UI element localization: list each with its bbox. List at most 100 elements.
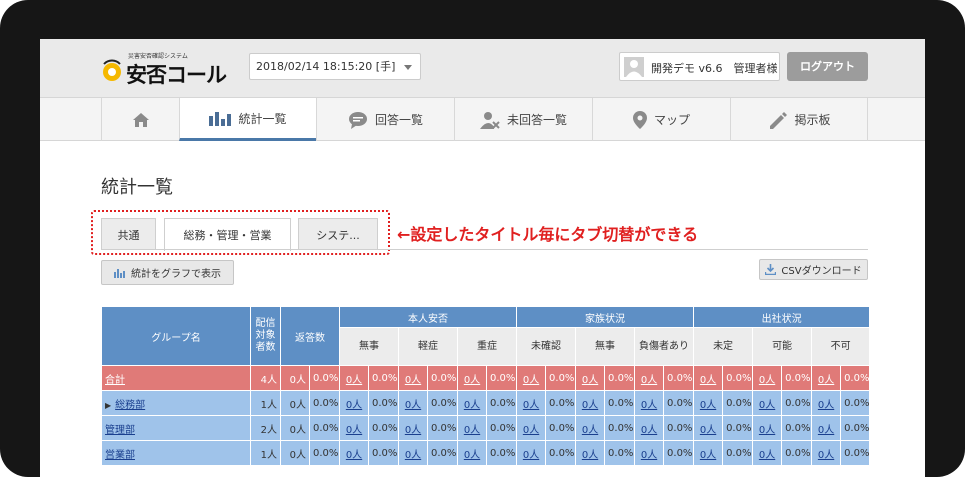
nav-map[interactable]: マップ	[592, 98, 730, 141]
count-link[interactable]: 0人	[759, 375, 775, 386]
tab-system[interactable]: システ...	[298, 218, 378, 250]
csv-download-button[interactable]: CSVダウンロード	[759, 259, 868, 280]
count-link[interactable]: 0人	[759, 400, 775, 411]
percent-cell: 0.0%	[663, 390, 695, 416]
count-cell: 0人	[457, 415, 487, 441]
col-group-name[interactable]: グループ名	[101, 306, 251, 366]
map-pin-icon	[632, 110, 647, 129]
count-link[interactable]: 0人	[700, 400, 716, 411]
count-link[interactable]: 0人	[464, 450, 480, 461]
count-link[interactable]: 0人	[523, 450, 539, 461]
nav-statistics[interactable]: 統計一覧	[179, 98, 316, 141]
count-link[interactable]: 0人	[405, 425, 421, 436]
count-link[interactable]: 0人	[700, 425, 716, 436]
app-logo[interactable]: 災害安否確認システム 安否コール	[100, 48, 230, 90]
count-link[interactable]: 0人	[759, 425, 775, 436]
group-name-link[interactable]: 営業部	[105, 450, 135, 461]
col-commute-undecided[interactable]: 未定	[693, 327, 754, 366]
chat-icon	[348, 111, 367, 129]
col-family-safe[interactable]: 無事	[575, 327, 636, 366]
nav-unanswered[interactable]: 未回答一覧	[454, 98, 592, 141]
count-cell: 0人	[693, 415, 724, 441]
group-name-link[interactable]: 総務部	[115, 400, 145, 411]
percent-cell: 0.0%	[545, 440, 577, 466]
count-cell: 0人	[339, 440, 369, 466]
count-link[interactable]: 0人	[405, 400, 421, 411]
chevron-down-icon	[404, 65, 412, 70]
percent-cell: 0.0%	[663, 365, 695, 391]
show-graph-label: 統計をグラフで表示	[131, 269, 221, 280]
count-cell: 0人	[634, 365, 665, 391]
count-link[interactable]: 0人	[346, 450, 362, 461]
count-link[interactable]: 0人	[582, 450, 598, 461]
count-cell: 0人	[457, 390, 487, 416]
user-info[interactable]: 開発デモ v6.6 管理者様	[619, 52, 780, 81]
tab-common[interactable]: 共通	[101, 218, 156, 250]
target-count-cell: 4人	[250, 365, 281, 391]
col-family-unconfirmed[interactable]: 未確認	[516, 327, 577, 366]
datetime-select[interactable]: 2018/02/14 18:15:20 [手]	[249, 53, 421, 80]
col-family-injured[interactable]: 負傷者あり	[634, 327, 695, 366]
percent-cell: 0.0%	[545, 415, 577, 441]
count-cell: 0人	[693, 390, 724, 416]
pencil-icon	[770, 111, 788, 129]
expand-arrow-icon[interactable]: ▶	[105, 401, 111, 410]
col-self-serious[interactable]: 重症	[456, 327, 518, 366]
count-cell: 0人	[339, 390, 369, 416]
count-link[interactable]: 0人	[523, 400, 539, 411]
count-link[interactable]: 0人	[582, 375, 598, 386]
tab-annotation: ←設定したタイトル毎にタブ切替ができる	[397, 225, 699, 244]
col-answer-count[interactable]: 返答数	[280, 306, 340, 366]
col-commute-possible[interactable]: 可能	[752, 327, 813, 366]
count-link[interactable]: 0人	[641, 425, 657, 436]
count-link[interactable]: 0人	[464, 400, 480, 411]
bar-chart-icon	[114, 268, 125, 278]
percent-cell: 0.0%	[485, 390, 518, 416]
count-cell: 0人	[457, 365, 487, 391]
count-link[interactable]: 0人	[759, 450, 775, 461]
count-link[interactable]: 0人	[641, 450, 657, 461]
count-link[interactable]: 0人	[346, 400, 362, 411]
count-link[interactable]: 0人	[818, 425, 834, 436]
count-cell: 0人	[398, 440, 428, 466]
count-link[interactable]: 0人	[700, 450, 716, 461]
col-commute-impossible[interactable]: 不可	[811, 327, 871, 366]
count-link[interactable]: 0人	[582, 400, 598, 411]
count-link[interactable]: 0人	[464, 375, 480, 386]
col-target-count[interactable]: 配信対象者数	[250, 306, 281, 366]
statistics-table: グループ名 配信対象者数 返答数 本人安否 家族状況 出社状況 無事 軽症 重症…	[101, 306, 871, 466]
count-link[interactable]: 0人	[346, 375, 362, 386]
count-link[interactable]: 0人	[523, 425, 539, 436]
count-link[interactable]: 0人	[700, 375, 716, 386]
user-avatar-icon	[624, 57, 644, 77]
bar-chart-icon	[209, 112, 232, 126]
group-name-link[interactable]: 管理部	[105, 425, 135, 436]
nav-board[interactable]: 掲示板	[730, 98, 868, 141]
tab-general-affairs[interactable]: 総務・管理・営業	[164, 218, 291, 251]
answer-count-cell: 0人	[280, 365, 310, 391]
count-link[interactable]: 0人	[641, 375, 657, 386]
count-link[interactable]: 0人	[818, 400, 834, 411]
col-self-safe[interactable]: 無事	[339, 327, 399, 366]
count-cell: 0人	[634, 440, 665, 466]
col-self-minor[interactable]: 軽症	[398, 327, 458, 366]
logout-button[interactable]: ログアウト	[787, 52, 868, 81]
count-link[interactable]: 0人	[818, 450, 834, 461]
count-link[interactable]: 0人	[582, 425, 598, 436]
percent-cell: 0.0%	[485, 440, 518, 466]
group-name-link[interactable]: 合計	[105, 375, 125, 386]
count-link[interactable]: 0人	[405, 450, 421, 461]
show-graph-button[interactable]: 統計をグラフで表示	[101, 260, 234, 285]
count-cell: 0人	[634, 415, 665, 441]
count-link[interactable]: 0人	[818, 375, 834, 386]
percent-cell: 0.0%	[427, 390, 458, 416]
count-link[interactable]: 0人	[346, 425, 362, 436]
count-link[interactable]: 0人	[464, 425, 480, 436]
target-count-cell: 1人	[250, 390, 281, 416]
percent-cell: 0.0%	[663, 440, 695, 466]
nav-answers[interactable]: 回答一覧	[316, 98, 454, 141]
count-link[interactable]: 0人	[405, 375, 421, 386]
count-link[interactable]: 0人	[523, 375, 539, 386]
count-link[interactable]: 0人	[641, 400, 657, 411]
nav-home[interactable]	[101, 98, 179, 141]
